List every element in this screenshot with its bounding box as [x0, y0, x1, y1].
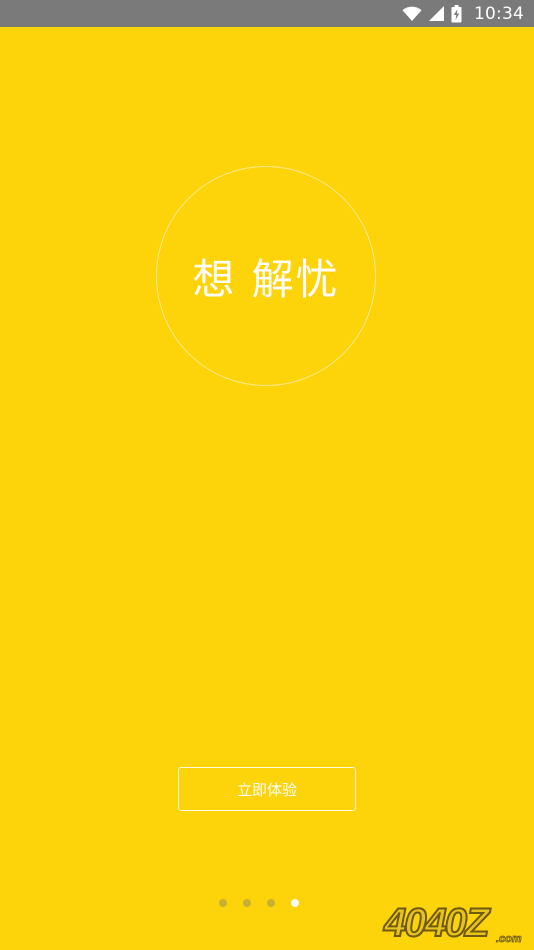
status-icons: 10:34	[402, 0, 524, 27]
start-experience-button-label: 立即体验	[236, 780, 297, 799]
slogan-circle: 想 解忧	[156, 166, 376, 386]
watermark-logo: 4040Z .com	[382, 900, 522, 944]
svg-text:4040Z: 4040Z	[383, 901, 491, 944]
status-clock: 10:34	[474, 3, 524, 24]
page-dot-4-active[interactable]	[291, 899, 299, 907]
slogan-text: 想 解忧	[192, 254, 340, 304]
page-dot-2[interactable]	[243, 899, 251, 907]
start-experience-button[interactable]: 立即体验	[178, 767, 356, 811]
battery-charging-icon	[451, 4, 462, 23]
page-dot-3[interactable]	[267, 899, 275, 907]
svg-text:.com: .com	[496, 933, 522, 944]
page-dot-1[interactable]	[219, 899, 227, 907]
wifi-icon	[402, 6, 422, 22]
status-bar: 10:34	[0, 0, 534, 27]
onboarding-slide[interactable]: 想 解忧 立即体验	[0, 27, 534, 950]
cellular-signal-icon	[428, 5, 445, 22]
